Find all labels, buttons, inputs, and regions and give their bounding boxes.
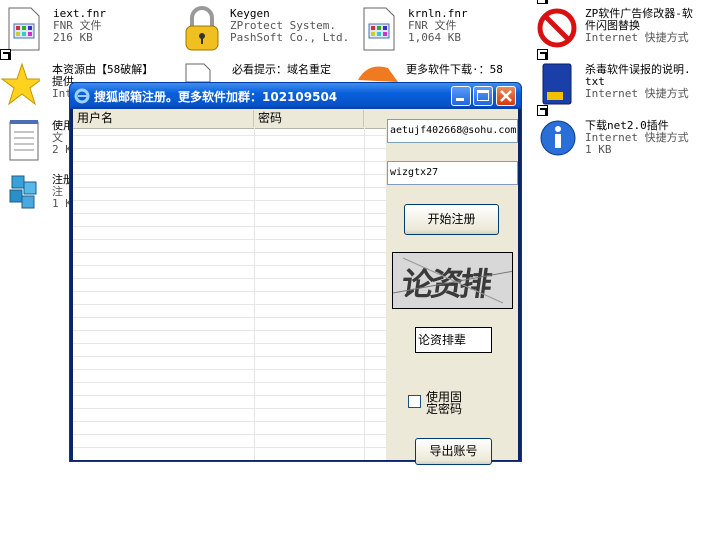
browser-icon [358,66,398,82]
close-button[interactable] [496,86,516,106]
column-header-password[interactable]: 密码 [254,110,364,127]
icon-label: 必看提示：域名重定 [232,63,331,76]
document-icon [185,63,211,82]
minimize-icon [456,98,464,101]
checkbox-label-line2: 定密码 [426,402,463,416]
icon-type: Internet 快捷方式 [585,87,689,100]
icon-label: 更多软件下载·：58 [406,63,503,76]
start-register-button[interactable]: 开始注册 [404,204,499,235]
icon-size: 1,064 KB [408,31,461,44]
document-icon [8,7,40,51]
icon-size: 216 KB [53,31,93,44]
no-entry-icon [537,8,577,48]
maximize-icon [477,90,489,101]
icon-type: Internet 快捷方式 [585,31,689,44]
shortcut-arrow-icon [537,105,548,116]
checkbox-label: 使用固 定密码 [426,391,462,415]
email-field[interactable]: aetujf402668@sohu.com [387,119,518,143]
title-bar[interactable]: 搜狐邮箱注册。更多软件加群：102109504 [70,83,521,109]
close-icon [500,90,512,102]
captcha-noise [393,257,512,304]
star-icon [0,62,40,106]
column-divider [364,128,365,460]
sohu-register-window: 搜狐邮箱注册。更多软件加群：102109504 用户名 密码 aetujf402… [69,82,522,465]
export-accounts-button[interactable]: 导出账号 [415,438,492,465]
shortcut-arrow-icon [537,0,548,4]
book-icon [542,63,572,105]
window-title: 搜狐邮箱注册。更多软件加群：102109504 [94,90,338,104]
password-field[interactable]: wizgtx27 [387,161,518,185]
ie-logo-icon [74,88,90,104]
notepad-icon [9,120,39,161]
window-client-area: 用户名 密码 aetujf402668@sohu.com wizgtx27 开始… [73,109,518,465]
shortcut-arrow-icon [0,49,11,60]
icon-size: 1 KB [585,143,612,156]
padlock-icon [185,6,219,51]
column-divider [254,128,255,460]
column-header-username[interactable]: 用户名 [73,110,254,127]
captcha-image: 论资排辈 [392,252,513,309]
icon-vendor: PashSoft Co., Ltd. [230,31,350,44]
account-list[interactable]: 用户名 密码 [73,110,386,460]
minimize-button[interactable] [451,86,471,106]
fixed-password-checkbox[interactable] [408,395,421,408]
shortcut-arrow-icon [537,49,548,60]
list-header: 用户名 密码 [73,110,386,129]
registry-icon [9,175,37,209]
document-icon [363,7,395,51]
captcha-input[interactable]: 论资排辈 [415,327,492,353]
info-icon [540,120,576,156]
maximize-button[interactable] [473,86,493,106]
